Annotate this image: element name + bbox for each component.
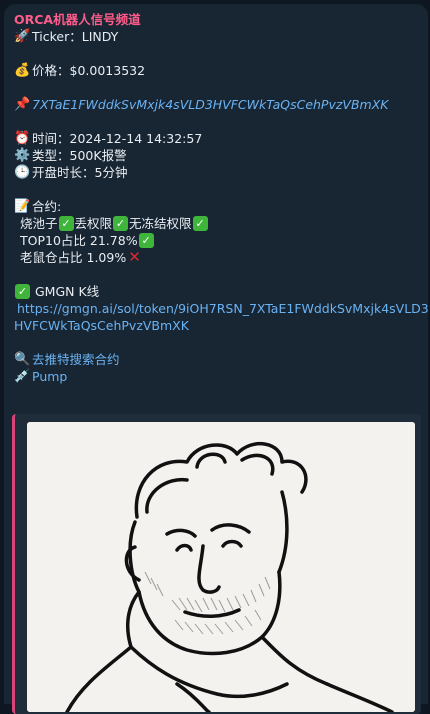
contract-checks: 烧池子 ✓ 丢权限 ✓ 无冻结权限 ✓ <box>14 215 418 232</box>
price-value: $0.0013532 <box>69 63 146 78</box>
cartoon-face-illustration <box>27 422 415 712</box>
time-label: 时间： <box>32 131 70 146</box>
rocket-icon: 🚀 <box>14 29 31 44</box>
check-mark-icon: ✓ <box>113 216 129 231</box>
check-mark-icon: ✓ <box>192 216 208 231</box>
ticker-value: LINDY <box>81 29 119 44</box>
twitter-search-link[interactable]: 去推特搜索合约 <box>32 351 120 368</box>
type-label: 类型： <box>32 148 70 163</box>
rat-label: 老鼠仓占比 <box>20 250 83 265</box>
sender-name[interactable]: ORCA机器人信号频道 <box>14 11 141 28</box>
duration-value: 5分钟 <box>94 165 128 180</box>
gmgn-url-link-continued[interactable]: HVFCWkTaQsCehPvzVBmXK <box>14 317 189 334</box>
cross-mark-icon: ✕ <box>128 248 141 266</box>
clock-icon: 🕒 <box>14 165 31 180</box>
link-preview[interactable] <box>12 414 421 714</box>
gmgn-url-link[interactable]: https://gmgn.ai/sol/token/9iOH7RSN_7XTaE… <box>14 300 429 317</box>
duration-label: 开盘时长： <box>32 165 95 180</box>
check-no-freeze: 无冻结权限 <box>129 216 192 231</box>
ticker-label: Ticker： <box>32 29 82 44</box>
alarm-clock-icon: ⏰ <box>14 131 31 146</box>
gmgn-label: GMGN K线 <box>35 284 100 299</box>
contract-heading: 合约: <box>32 199 62 214</box>
time-value: 2024-12-14 14:32:57 <box>69 131 203 146</box>
message-text: ORCA机器人信号频道 🚀 Ticker： LINDY 💰 价格： $0.001… <box>4 4 429 385</box>
message-bubble: ORCA机器人信号频道 🚀 Ticker： LINDY 💰 价格： $0.001… <box>4 4 429 714</box>
check-renounced: 丢权限 <box>74 216 113 231</box>
preview-image[interactable] <box>27 422 415 712</box>
contract-address-link[interactable]: 7XTaE1FWddkSvMxjk4sVLD3HVFCWkTaQsCehPvzV… <box>32 96 389 113</box>
type-value: 500K报警 <box>69 148 127 163</box>
check-mark-icon: ✓ <box>138 233 154 248</box>
price-label: 价格： <box>32 63 70 78</box>
money-bag-icon: 💰 <box>14 63 31 78</box>
top10-label: TOP10占比 <box>20 233 86 248</box>
magnifier-icon: 🔍 <box>14 352 31 367</box>
gear-icon: ⚙️ <box>14 148 31 163</box>
syringe-icon: 💉 <box>14 369 31 384</box>
pushpin-icon: 📌 <box>14 97 31 112</box>
check-mark-icon: ✓ <box>15 284 30 299</box>
rat-value: 1.09% <box>86 250 127 265</box>
top10-value: 21.78% <box>89 233 138 248</box>
check-burn-pool: 烧池子 <box>20 216 58 231</box>
pump-link[interactable]: Pump <box>32 368 67 385</box>
check-mark-icon: ✓ <box>58 216 74 231</box>
memo-icon: 📝 <box>14 199 31 214</box>
